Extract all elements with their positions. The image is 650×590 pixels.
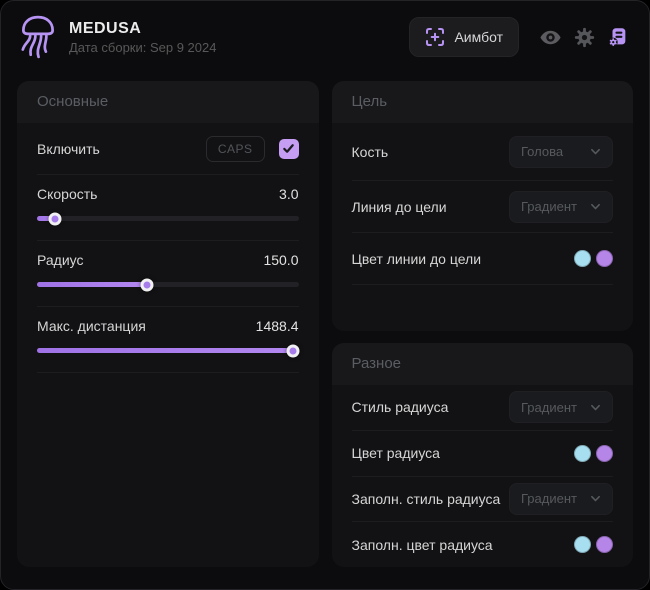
enable-label: Включить [37, 141, 100, 157]
radius-fill-color-label: Заполн. цвет радиуса [352, 537, 493, 553]
tab-aimbot-label: Аимбот [454, 29, 503, 45]
chevron-down-icon [590, 402, 601, 413]
panel-general: Основные Включить CAPS [17, 81, 319, 567]
color-swatch-cyan[interactable] [574, 250, 591, 267]
visibility-button[interactable] [533, 20, 567, 54]
app-window: MEDUSA Дата сборки: Sep 9 2024 Аимбот [0, 0, 650, 590]
color-swatch-purple[interactable] [596, 445, 613, 462]
jellyfish-logo-icon [17, 14, 59, 60]
title-block: MEDUSA Дата сборки: Sep 9 2024 [69, 20, 216, 55]
row-radius-fill-style: Заполн. стиль радиуса Градиент [352, 477, 614, 523]
radius-style-label: Стиль радиуса [352, 399, 449, 415]
bone-label: Кость [352, 144, 389, 160]
row-slider-speed: Скорость 3.0 [37, 175, 299, 241]
panel-misc-title: Разное [352, 355, 402, 372]
row-radius-style: Стиль радиуса Градиент [352, 385, 614, 431]
slider-maxdistance-value: 1488.4 [256, 318, 299, 334]
slider-thumb[interactable] [287, 344, 300, 357]
tab-aimbot[interactable]: Аимбот [409, 17, 519, 57]
color-swatch-purple[interactable] [596, 536, 613, 553]
slider-speed-value: 3.0 [279, 186, 298, 202]
row-target-line-color: Цвет линии до цели [352, 233, 614, 285]
color-swatch-cyan[interactable] [574, 445, 591, 462]
radius-style-dropdown[interactable]: Градиент [509, 391, 613, 423]
eye-icon [539, 26, 562, 49]
radius-fill-style-dropdown[interactable]: Градиент [509, 483, 613, 515]
slider-radius[interactable] [37, 278, 299, 291]
panel-general-title: Основные [37, 93, 108, 110]
settings-button[interactable] [567, 20, 601, 54]
panel-target: Цель Кость Голова Линия до цели [332, 81, 634, 331]
chevron-down-icon [590, 201, 601, 212]
crosshair-icon [425, 27, 445, 47]
bone-dropdown-value: Голова [521, 144, 563, 159]
checkmark-icon [282, 142, 295, 155]
slider-track[interactable] [37, 348, 299, 353]
row-slider-radius: Радиус 150.0 [37, 241, 299, 307]
slider-speed[interactable] [37, 212, 299, 225]
slider-thumb[interactable] [140, 278, 153, 291]
row-enable: Включить CAPS [37, 123, 299, 175]
color-swatch-cyan[interactable] [574, 536, 591, 553]
chevron-down-icon [590, 146, 601, 157]
row-bone: Кость Голова [352, 123, 614, 181]
target-line-dropdown[interactable]: Градиент [509, 191, 613, 223]
content-area: Основные Включить CAPS [1, 73, 649, 589]
target-line-color-label: Цвет линии до цели [352, 251, 482, 267]
slider-speed-label: Скорость [37, 186, 97, 202]
slider-track[interactable] [37, 282, 299, 287]
config-script-icon [607, 26, 629, 48]
slider-track[interactable] [37, 216, 299, 221]
radius-color-label: Цвет радиуса [352, 445, 440, 461]
app-title: MEDUSA [69, 20, 216, 38]
bone-dropdown[interactable]: Голова [509, 136, 613, 168]
target-line-dropdown-value: Градиент [521, 199, 577, 214]
radius-fill-style-dropdown-value: Градиент [521, 491, 577, 506]
row-radius-fill-color: Заполн. цвет радиуса [352, 522, 614, 567]
radius-fill-style-label: Заполн. стиль радиуса [352, 491, 501, 507]
header-bar: MEDUSA Дата сборки: Sep 9 2024 Аимбот [1, 1, 649, 73]
panel-misc: Разное Стиль радиуса Градиент Цвет р [332, 343, 634, 567]
panel-misc-header: Разное [332, 343, 634, 385]
slider-maxdistance-label: Макс. дистанция [37, 318, 146, 334]
panel-target-empty-space [352, 285, 614, 331]
configs-button[interactable] [601, 20, 635, 54]
slider-thumb[interactable] [49, 212, 62, 225]
panel-general-header: Основные [17, 81, 319, 123]
slider-radius-label: Радиус [37, 252, 84, 268]
slider-maxdistance[interactable] [37, 344, 299, 357]
gear-icon [574, 27, 595, 48]
build-date-label: Дата сборки: Sep 9 2024 [69, 40, 216, 55]
panel-target-title: Цель [352, 93, 388, 110]
panel-target-header: Цель [332, 81, 634, 123]
row-radius-color: Цвет радиуса [352, 431, 614, 477]
chevron-down-icon [590, 493, 601, 504]
enable-checkbox[interactable] [279, 139, 299, 159]
row-target-line: Линия до цели Градиент [352, 181, 614, 233]
radius-style-dropdown-value: Градиент [521, 400, 577, 415]
keybind-badge[interactable]: CAPS [206, 136, 265, 162]
panel-general-empty-space [37, 373, 299, 567]
target-line-label: Линия до цели [352, 199, 447, 215]
slider-radius-value: 150.0 [263, 252, 298, 268]
row-slider-maxdistance: Макс. дистанция 1488.4 [37, 307, 299, 373]
color-swatch-purple[interactable] [596, 250, 613, 267]
